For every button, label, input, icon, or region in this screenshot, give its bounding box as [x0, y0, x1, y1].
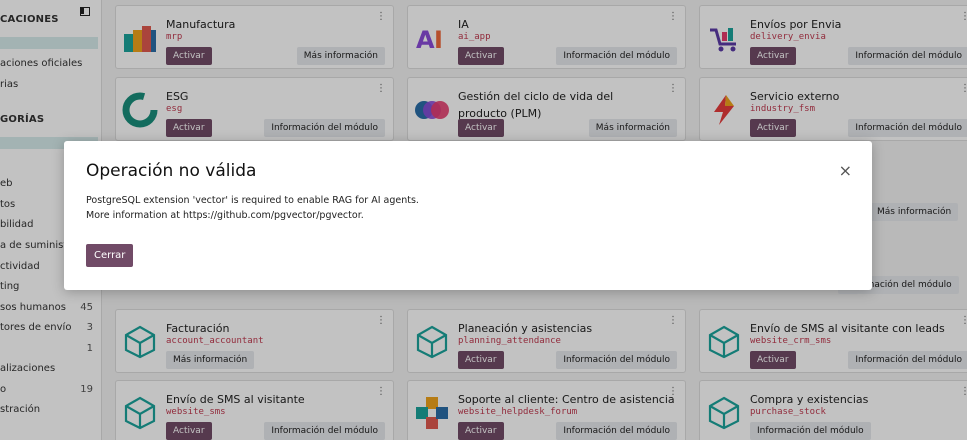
close-icon[interactable]: × — [839, 163, 852, 179]
dialog-message-line: More information at https://github.com/p… — [86, 210, 364, 221]
dialog-title: Operación no válida — [86, 161, 257, 181]
close-dialog-button[interactable]: Cerrar — [86, 244, 134, 267]
dialog-message-line: PostgreSQL extension 'vector' is require… — [86, 195, 419, 206]
error-dialog: Operación no válida × PostgreSQL extensi… — [64, 141, 872, 290]
dialog-message: PostgreSQL extension 'vector' is require… — [86, 193, 419, 223]
